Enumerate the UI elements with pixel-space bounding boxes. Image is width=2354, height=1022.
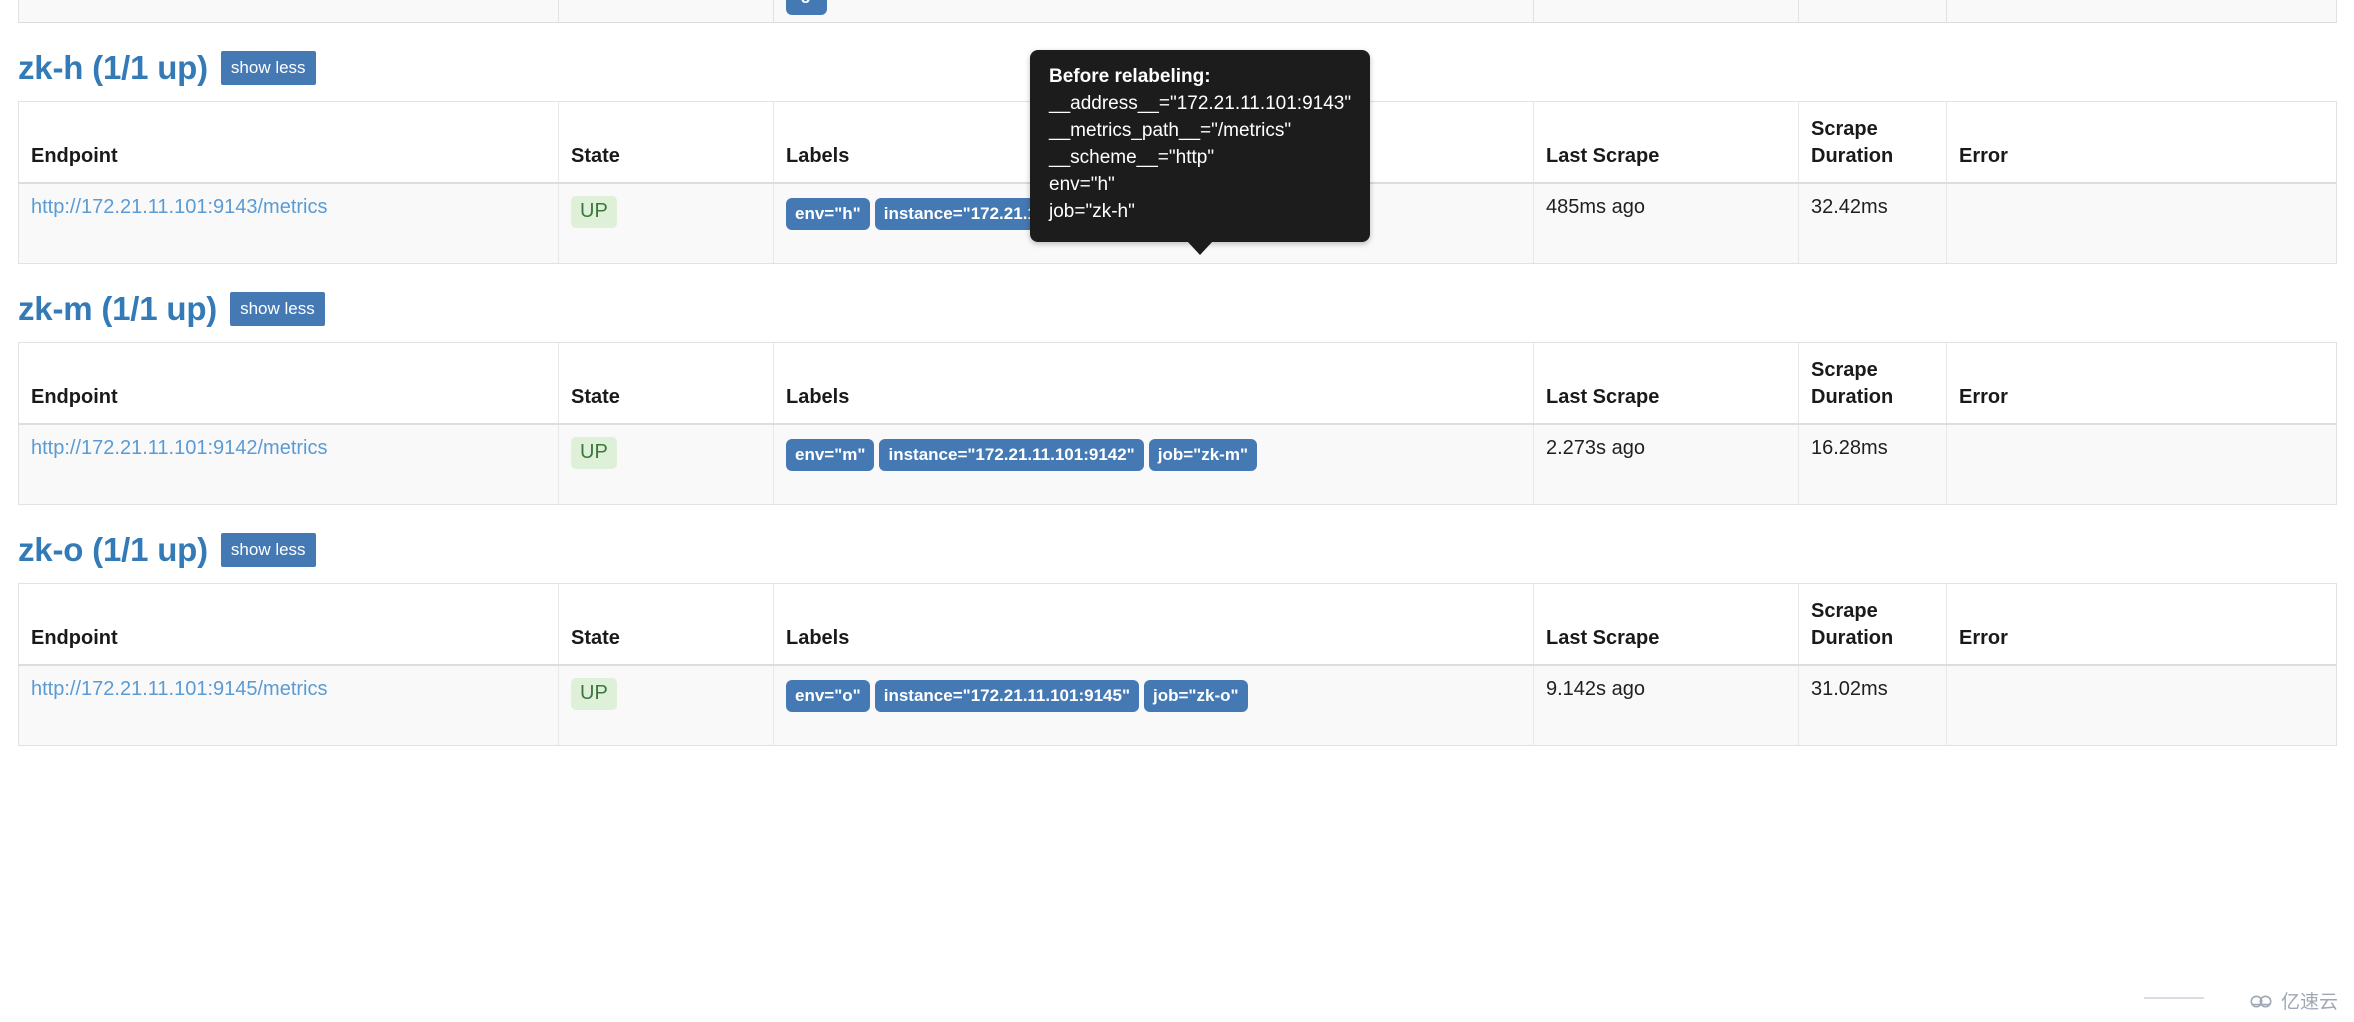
cell-endpoint: http://172.21.11.101:9142/metrics [18,424,559,505]
tooltip-line-scheme: __scheme__="http" [1049,146,1215,168]
label-chip-job[interactable]: job="zk-m" [1148,439,1258,471]
endpoint-link[interactable]: http://172.21.11.101:9143/metrics [31,196,328,218]
label-chip-fragment[interactable]: -c" [786,0,828,15]
label-chip-env[interactable]: env="o" [786,680,870,712]
cell-state: UP [558,424,774,505]
header-scrape-duration: Scrape Duration [1798,582,1947,666]
cell-endpoint: http://172.21.11.101:9145/metrics [18,665,559,746]
table-row: http://172.21.11.101:9145/metrics UP env… [18,665,2337,746]
label-chip-env[interactable]: env="h" [786,198,870,230]
job-section-zk-o: zk-o (1/1 up) show less Endpoint State L… [18,505,2337,746]
header-scrape-duration-line1: Scrape [1811,600,1878,622]
cell-scrape-duration: 32.42ms [1798,183,1947,264]
targets-table-zk-m: Endpoint State Labels Last Scrape Scrape… [18,341,2337,505]
header-scrape-duration-line1: Scrape [1811,359,1878,381]
job-header-zk-m: zk-m (1/1 up) show less [18,264,2336,342]
header-labels: Labels [773,582,1534,666]
cell-state: UP [558,183,774,264]
cell-labels: env="m" instance="172.21.11.101:9142" job=… [773,424,1534,505]
header-scrape-duration-line1: Scrape [1811,118,1878,140]
header-state: State [558,582,774,666]
cell-error [1946,0,2337,23]
labels-list: env="o" instance="172.21.11.101:9145" job=… [786,678,1646,713]
cell-scrape-duration [1798,0,1947,23]
clipped-previous-table: -c" [18,0,2337,23]
header-scrape-duration-line2: Duration [1811,145,1894,167]
header-endpoint: Endpoint [18,341,559,425]
table-header-row: Endpoint State Labels Last Scrape Scrape… [18,582,2337,666]
tooltip-line-env: env="h" [1049,173,1115,195]
tooltip-line-address: __address__="172.21.11.101:9143" [1049,92,1352,114]
header-endpoint: Endpoint [18,100,559,184]
cell-error [1946,424,2337,505]
status-badge: UP [571,196,617,228]
tooltip-title: Before relabeling: [1049,66,1211,87]
cell-state [558,0,774,23]
header-last-scrape: Last Scrape [1533,582,1799,666]
cell-labels: env="o" instance="172.21.11.101:9145" job=… [773,665,1534,746]
header-error: Error [1946,582,2337,666]
label-chip-env[interactable]: env="m" [786,439,875,471]
table-row: -c" [18,0,2337,23]
endpoint-link[interactable]: http://172.21.11.101:9145/metrics [31,678,328,700]
cell-labels: -c" [773,0,1534,23]
job-title-zk-m: zk-m (1/1 up) [18,290,218,327]
cell-scrape-duration: 31.02ms [1798,665,1947,746]
cell-endpoint: http://172.21.11.101:9143/metrics [18,183,559,264]
job-title-zk-h: zk-h (1/1 up) [18,49,208,86]
cloud-icon [2250,995,2272,1007]
table-row: http://172.21.11.101:9142/metrics UP env… [18,424,2337,505]
tooltip-arrow-icon [1187,240,1214,255]
job-header-zk-o: zk-o (1/1 up) show less [18,505,2336,583]
job-title-zk-o: zk-o (1/1 up) [18,531,208,568]
watermark-divider [2144,997,2204,999]
table-header-row: Endpoint State Labels Last Scrape Scrape… [18,341,2337,425]
status-badge: UP [571,437,617,469]
cell-error [1946,665,2337,746]
header-scrape-duration-line2: Duration [1811,386,1894,408]
relabeling-tooltip: Before relabeling: __address__="172.21.1… [1030,50,1371,255]
status-badge: UP [571,678,617,710]
show-less-button-zk-m[interactable]: show less [230,291,325,326]
targets-table-zk-o: Endpoint State Labels Last Scrape Scrape… [18,582,2337,746]
show-less-button-zk-h[interactable]: show less [220,50,316,85]
table-head: Endpoint State Labels Last Scrape Scrape… [18,341,2337,425]
label-chip-job[interactable]: job="zk-o" [1144,680,1248,712]
watermark-text: 亿速云 [2280,992,2338,1013]
endpoint-link[interactable]: http://172.21.11.101:9142/metrics [31,437,328,459]
tooltip-line-job: job="zk-h" [1049,200,1135,222]
header-scrape-duration: Scrape Duration [1798,100,1947,184]
header-error: Error [1946,341,2337,425]
header-scrape-duration-line2: Duration [1811,627,1894,649]
cell-error [1946,183,2337,264]
labels-list: env="m" instance="172.21.11.101:9142" job=… [786,437,1646,472]
cell-scrape-duration: 16.28ms [1798,424,1947,505]
header-last-scrape: Last Scrape [1533,341,1799,425]
table-head: Endpoint State Labels Last Scrape Scrape… [18,582,2337,666]
cell-state: UP [558,665,774,746]
header-state: State [558,100,774,184]
header-state: State [558,341,774,425]
label-chip-instance[interactable]: instance="172.21.11.101:9145" [874,680,1140,712]
job-section-zk-m: zk-m (1/1 up) show less Endpoint State L… [18,264,2337,505]
targets-page: -c" zk-h (1/1 up) show less Endpoint Sta… [0,0,2354,1022]
show-less-button-zk-o[interactable]: show less [220,532,316,567]
table-body: http://172.21.11.101:9145/metrics UP env… [18,665,2337,746]
tooltip-line-metrics-path: __metrics_path__="/metrics" [1049,119,1292,141]
header-endpoint: Endpoint [18,582,559,666]
table-body: http://172.21.11.101:9142/metrics UP env… [18,424,2337,505]
watermark: 亿速云 [2249,987,2338,1014]
cell-endpoint [18,0,559,23]
header-last-scrape: Last Scrape [1533,100,1799,184]
header-error: Error [1946,100,2337,184]
header-labels: Labels [773,341,1534,425]
cell-last-scrape [1533,0,1799,23]
label-chip-instance[interactable]: instance="172.21.11.101:9142" [879,439,1144,471]
header-scrape-duration: Scrape Duration [1798,341,1947,425]
